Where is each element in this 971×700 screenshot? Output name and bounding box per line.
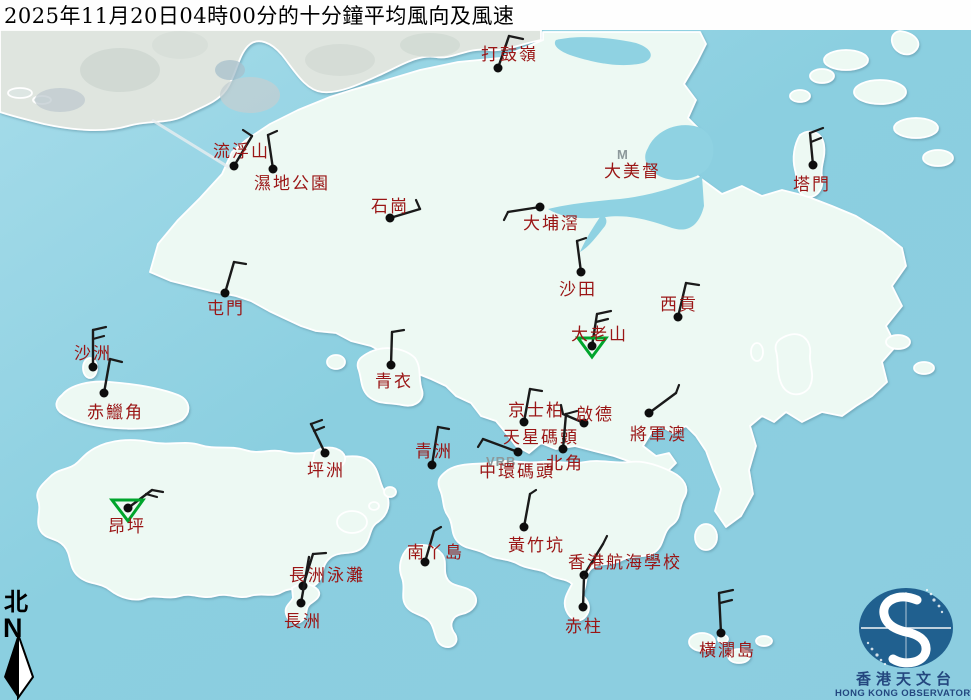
island <box>384 487 396 497</box>
station-dot <box>536 203 545 212</box>
island <box>894 118 938 138</box>
island <box>923 150 953 166</box>
station-label: 沙洲 <box>74 344 112 364</box>
station-dot <box>579 603 588 612</box>
station-label: 長洲泳灘 <box>289 566 365 586</box>
station-dot <box>387 361 396 370</box>
station-dot <box>321 449 330 458</box>
station-dot <box>520 523 529 532</box>
island <box>337 511 367 533</box>
station-dot <box>124 504 133 513</box>
station-dot <box>230 162 239 171</box>
title-bar: 2025年11月20日04時00分的十分鐘平均風向及風速 <box>0 0 971 30</box>
station-label: 西貢 <box>660 295 698 315</box>
map-title: 2025年11月20日04時00分的十分鐘平均風向及風速 <box>0 0 514 30</box>
station-label: 青衣 <box>375 372 413 392</box>
island <box>695 524 717 550</box>
hko-logo-name-cn: 香港天文台 <box>856 670 956 688</box>
station-dot <box>717 629 726 638</box>
station-label: 南丫島 <box>407 543 464 563</box>
island <box>8 88 32 98</box>
wind-barb-staff <box>583 577 584 607</box>
island <box>914 362 934 374</box>
station-label: 天星碼頭 <box>503 428 579 448</box>
map-svg: 打鼓嶺流浮山濕地公園石崗屯門 M大美督大埔滘 塔門沙田西貢大老山沙洲赤鱲角 青衣京士柏… <box>0 0 971 700</box>
station-label: 啟德 <box>576 405 614 425</box>
station-label: 長洲 <box>284 612 322 632</box>
station-dot <box>221 289 230 298</box>
island <box>369 502 379 510</box>
island <box>327 355 345 369</box>
island <box>854 80 906 104</box>
hko-logo-name-en: HONG KONG OBSERVATORY <box>835 688 971 699</box>
island <box>824 50 868 70</box>
station-dot <box>269 165 278 174</box>
compass-north-cn: 北 <box>4 587 28 616</box>
wind-barb-feather <box>313 553 326 554</box>
station-label: 黃竹坑 <box>508 536 565 556</box>
station-label: 香港航海學校 <box>568 553 682 573</box>
island <box>886 335 910 349</box>
station-label: 坪洲 <box>307 461 345 481</box>
island <box>810 69 834 83</box>
station-label: 赤鱲角 <box>87 403 144 423</box>
station-label: 大埔滘 <box>523 214 580 234</box>
station-label: 濕地公園 <box>254 174 330 194</box>
station-label: 中環碼頭 <box>479 462 555 482</box>
station-label: 昂坪 <box>108 517 146 537</box>
station-label: 將軍澳 <box>630 425 687 445</box>
land-kau-sai-chau <box>776 334 813 394</box>
station-dot <box>297 599 306 608</box>
station-dot <box>559 445 568 454</box>
station-label: 流浮山 <box>213 142 270 162</box>
wind-barb-staff <box>391 332 392 365</box>
station-dot <box>645 409 654 418</box>
station-dot <box>100 389 109 398</box>
station-label: 赤柱 <box>565 617 603 637</box>
station-label: 屯門 <box>207 299 245 319</box>
station-label: 大美督 <box>604 162 661 182</box>
island <box>790 90 810 102</box>
island <box>751 343 763 361</box>
station-label: 塔門 <box>793 175 831 195</box>
station-label: 沙田 <box>559 280 597 300</box>
station-note: M <box>617 147 629 162</box>
station-label: 石崗 <box>371 197 409 217</box>
station-label: 大老山 <box>571 325 628 345</box>
wind-map-screen: 2025年11月20日04時00分的十分鐘平均風向及風速 <box>0 0 971 700</box>
station-label: 京士柏 <box>508 401 565 421</box>
station-label: 青洲 <box>415 442 453 462</box>
island <box>756 636 772 646</box>
station-dot <box>809 161 818 170</box>
station-label: 橫瀾島 <box>699 641 756 661</box>
station-dot <box>577 268 586 277</box>
station-label: 打鼓嶺 <box>481 45 538 65</box>
